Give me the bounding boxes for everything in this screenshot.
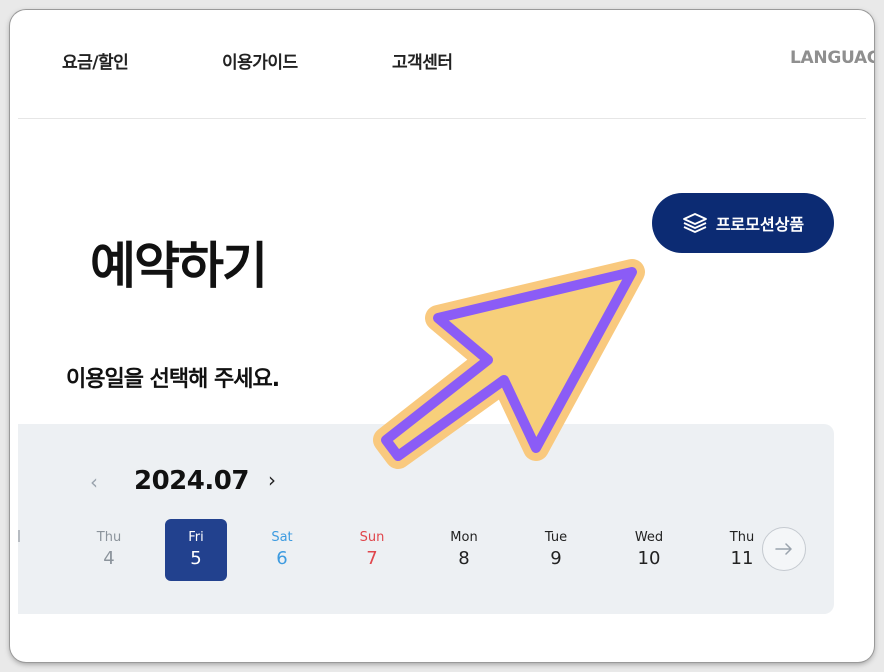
next-week-button[interactable]	[762, 527, 806, 571]
day-cell[interactable]: Sat 6	[251, 519, 313, 581]
day-of-week: Sat	[271, 530, 293, 545]
nav-item-support[interactable]: 고객센터	[392, 48, 453, 73]
day-of-week: Thu	[96, 530, 122, 545]
chevron-right-icon[interactable]: ›	[268, 468, 276, 492]
day-cell[interactable]: Wed 10	[618, 519, 680, 581]
day-number: 8	[458, 548, 470, 569]
language-selector[interactable]: LANGUAGE	[790, 48, 874, 68]
day-of-week: Fri	[188, 530, 204, 545]
promotion-button[interactable]: 프로모션상품	[652, 193, 834, 253]
day-cell[interactable]: Sun 7	[341, 519, 403, 581]
day-number: 9	[550, 548, 562, 569]
previous-day-edge	[18, 530, 20, 542]
day-number: 4	[103, 548, 115, 569]
day-number: 7	[366, 548, 378, 569]
page-subtitle: 이용일을 선택해 주세요.	[66, 367, 280, 392]
day-number: 5	[190, 548, 202, 569]
page-title: 예약하기	[90, 237, 268, 295]
promotion-label: 프로모션상품	[715, 215, 805, 234]
day-of-week: Sun	[359, 530, 385, 545]
day-cell[interactable]: Mon 8	[433, 519, 495, 581]
nav-item-pricing[interactable]: 요금/할인	[62, 48, 129, 73]
day-cell[interactable]: Thu 4	[78, 519, 140, 581]
day-of-week: Wed	[634, 530, 664, 545]
chevron-left-icon[interactable]: ‹	[90, 470, 98, 494]
day-cell[interactable]: Tue 9	[525, 519, 587, 581]
nav-item-guide[interactable]: 이용가이드	[222, 48, 298, 73]
date-calendar: ‹ 2024.07 › Thu 4 Fri 5 Sat 6 Sun 7 Mon …	[18, 424, 834, 614]
day-cell-selected[interactable]: Fri 5	[165, 519, 227, 581]
day-number: 6	[276, 548, 288, 569]
browser-frame: 요금/할인 이용가이드 고객센터 LANGUAGE 프로모션상품 예약하기 이용…	[10, 10, 874, 662]
calendar-month: 2024.07	[134, 466, 249, 496]
day-of-week: Tue	[544, 530, 568, 545]
layers-icon	[682, 212, 708, 234]
header-divider	[18, 118, 866, 119]
day-number: 10	[637, 548, 661, 569]
arrow-right-icon	[775, 540, 793, 559]
day-of-week: Mon	[450, 530, 478, 545]
